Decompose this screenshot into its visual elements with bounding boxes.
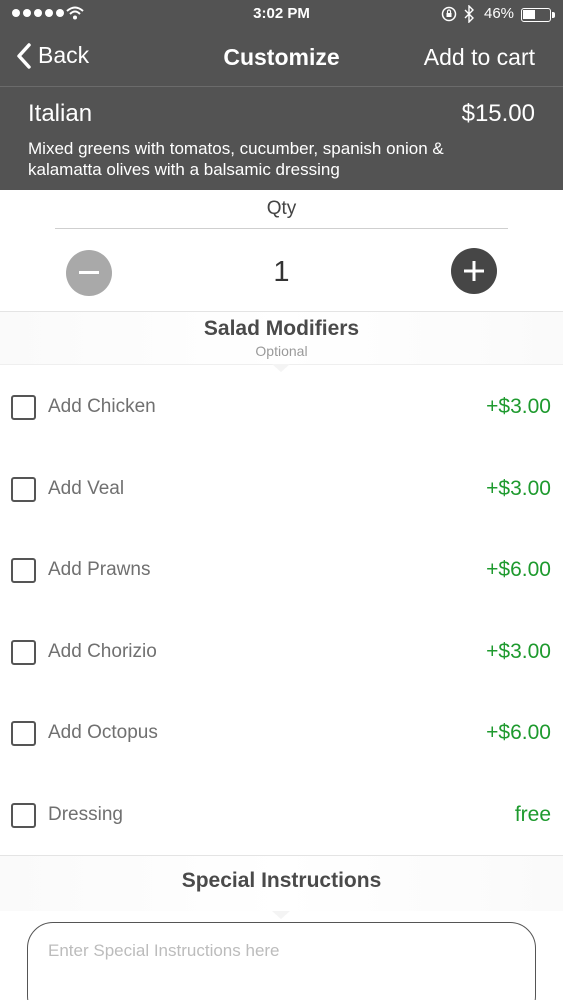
modifier-price: +$3.00 — [486, 395, 551, 418]
increase-quantity-button[interactable] — [451, 248, 497, 294]
quantity-label: Qty — [55, 198, 508, 229]
chevron-left-icon — [17, 42, 31, 69]
add-to-cart-button[interactable]: Add to cart — [424, 44, 535, 71]
modifier-label: Add Chorizio — [48, 641, 157, 662]
modifier-price: +$6.00 — [486, 558, 551, 581]
special-instructions-input[interactable]: Enter Special Instructions here — [27, 922, 536, 1000]
modifier-price: free — [514, 803, 551, 826]
rotation-lock-icon — [441, 6, 457, 26]
item-price: $15.00 — [461, 100, 535, 127]
status-time: 3:02 PM — [253, 5, 310, 22]
checkbox-icon[interactable] — [11, 721, 36, 746]
modifiers-section-header: Salad Modifiers Optional — [0, 311, 563, 372]
status-bar: 3:02 PM 46% — [0, 0, 563, 30]
navigation-bar: Back Customize Add to cart — [0, 30, 563, 87]
modifier-row[interactable]: Add Octopus +$6.00 — [0, 713, 563, 753]
item-summary: Italian $15.00 Mixed greens with tomatos… — [0, 88, 563, 190]
modifier-label: Add Octopus — [48, 722, 158, 743]
item-description: Mixed greens with tomatos, cucumber, spa… — [28, 139, 444, 179]
battery-percentage: 46% — [484, 5, 515, 22]
modifier-label: Add Veal — [48, 478, 125, 499]
item-name: Italian — [28, 100, 93, 127]
checkbox-icon[interactable] — [11, 803, 36, 828]
modifier-price: +$3.00 — [486, 640, 551, 663]
modifier-price: +$6.00 — [486, 721, 551, 744]
bluetooth-icon — [463, 4, 475, 27]
modifier-label: Add Chicken — [48, 396, 156, 417]
modifier-row[interactable]: Dressing free — [0, 795, 563, 835]
modifier-row[interactable]: Add Veal +$3.00 — [0, 469, 563, 509]
modifiers-title: Salad Modifiers — [203, 317, 360, 340]
modifiers-subtitle: Optional — [255, 343, 308, 359]
top-header: 3:02 PM 46% Back Customize Add to cart I… — [0, 0, 563, 190]
battery-icon — [521, 8, 555, 22]
section-pointer — [272, 911, 290, 919]
modifier-row[interactable]: Add Chicken +$3.00 — [0, 387, 563, 427]
modifier-price: +$3.00 — [486, 477, 551, 500]
modifier-row[interactable]: Add Prawns +$6.00 — [0, 550, 563, 590]
checkbox-icon[interactable] — [11, 558, 36, 583]
checkbox-icon[interactable] — [11, 477, 36, 502]
plus-icon — [464, 261, 484, 281]
checkbox-icon[interactable] — [11, 395, 36, 420]
special-instructions-title: Special Instructions — [181, 869, 382, 892]
section-pointer — [272, 364, 290, 372]
back-button[interactable]: Back — [16, 42, 89, 69]
modifier-label: Add Prawns — [48, 559, 151, 580]
checkbox-icon[interactable] — [11, 640, 36, 665]
special-instructions-header: Special Instructions — [0, 855, 563, 919]
modifier-label: Dressing — [48, 804, 123, 825]
modifier-row[interactable]: Add Chorizio +$3.00 — [0, 632, 563, 672]
back-label: Back — [38, 42, 90, 68]
